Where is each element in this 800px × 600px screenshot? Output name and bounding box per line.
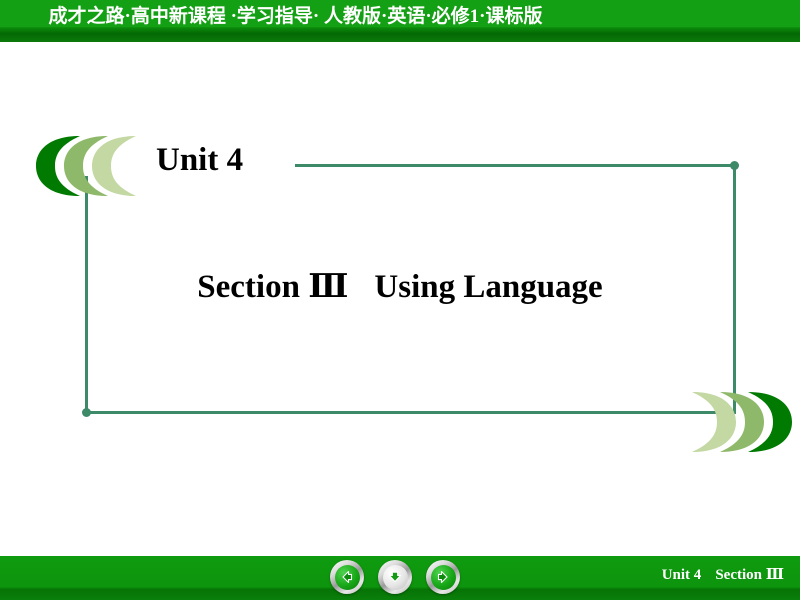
- arrow-right-glyph: [437, 570, 448, 584]
- footer-section-label: Section Ⅲ: [715, 567, 784, 583]
- arrow-right-icon: [430, 564, 456, 590]
- footer-unit-label: Unit 4: [661, 567, 702, 583]
- arrow-left-icon: [334, 564, 360, 590]
- chevron-left-icon: [36, 136, 136, 196]
- arrow-down-glyph: [389, 571, 401, 582]
- arrow-left-glyph: [342, 570, 353, 584]
- section-number: Section Ⅲ: [197, 269, 349, 305]
- previous-slide-button[interactable]: [330, 560, 364, 594]
- unit-label: Unit 4: [156, 142, 244, 178]
- frame-corner-dot-bottom-left: [82, 408, 91, 417]
- chevron-left-decor: [36, 135, 136, 197]
- chevron-right-decor: [692, 391, 792, 453]
- next-slide-button[interactable]: [426, 560, 460, 594]
- down-slide-button[interactable]: [378, 560, 412, 594]
- slide-navigation: [330, 558, 460, 596]
- frame-line-bottom: [85, 411, 736, 414]
- section-title: Section Ⅲ Using Language: [0, 266, 800, 306]
- section-subtitle: Using Language: [374, 269, 603, 305]
- frame-line-top: [295, 164, 736, 167]
- chevron-right-icon: [692, 392, 792, 452]
- footer-label: Unit 4 Section Ⅲ: [662, 565, 784, 584]
- header-bar: 成才之路·高中新课程 ·学习指导· 人教版·英语·必修1·课标版: [0, 0, 800, 42]
- header-title: 成才之路·高中新课程 ·学习指导· 人教版·英语·必修1·课标版: [48, 6, 543, 27]
- frame-corner-dot-top-right: [730, 161, 739, 170]
- arrow-down-icon: [382, 564, 408, 590]
